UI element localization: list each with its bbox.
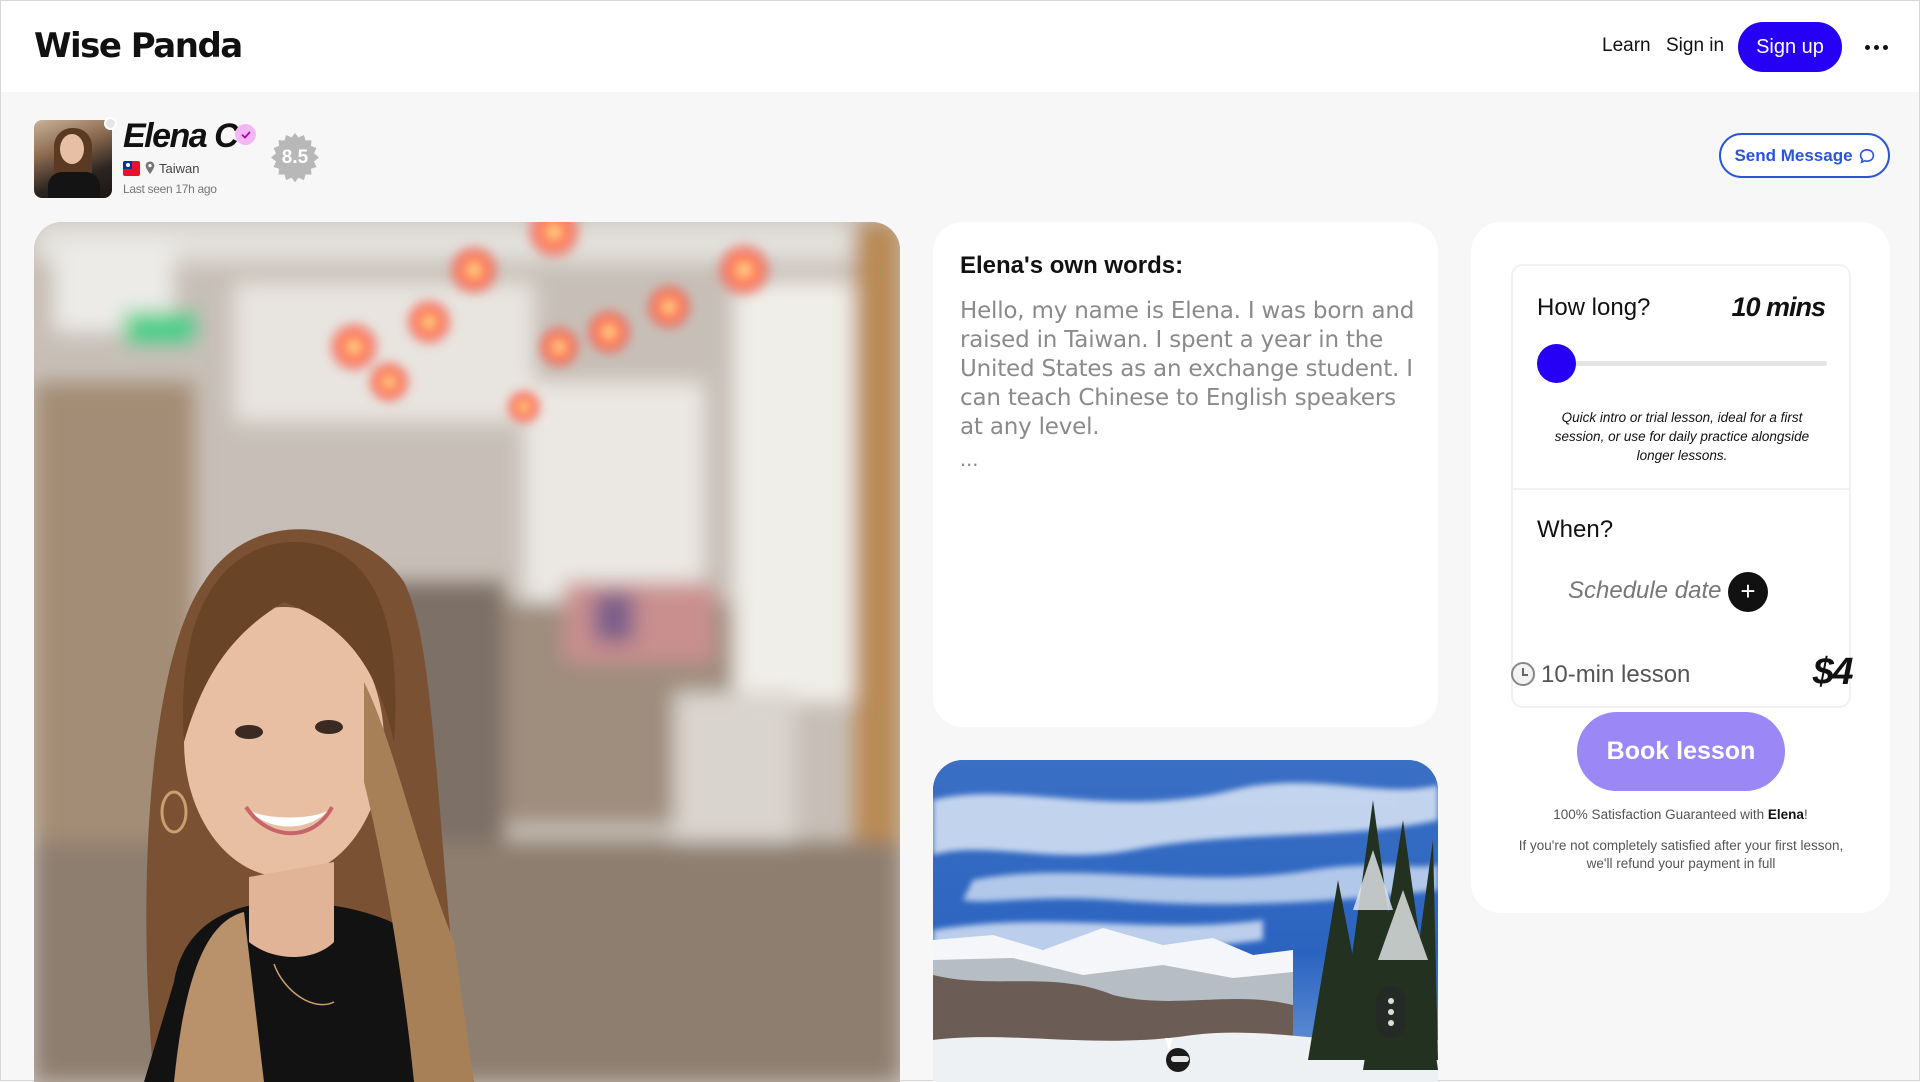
signup-button[interactable]: Sign up <box>1738 22 1842 72</box>
refund-policy-text: If you're not completely satisfied after… <box>1518 838 1844 871</box>
duration-slider-track[interactable] <box>1537 361 1827 366</box>
top-navigation-bar: Wise Panda Learn Sign in Sign up <box>1 1 1919 92</box>
duration-value: 10 mins <box>1731 292 1826 322</box>
booking-card: How long? 10 mins Quick intro or trial l… <box>1471 222 1890 913</box>
duration-panel: How long? 10 mins Quick intro or trial l… <box>1511 264 1851 708</box>
nav-learn-link[interactable]: Learn <box>1602 35 1651 57</box>
avatar <box>34 120 112 198</box>
about-title: Elena's own words: <box>960 252 1184 279</box>
tutor-name: Elena C <box>123 117 239 155</box>
nav-signin-link[interactable]: Sign in <box>1666 35 1724 57</box>
last-seen-text: Last seen 17h ago <box>123 182 217 196</box>
logo[interactable]: Wise Panda <box>34 26 243 66</box>
location-pin-icon <box>145 161 155 174</box>
tutor-photo[interactable] <box>933 760 1438 1082</box>
message-icon <box>1859 148 1874 164</box>
plus-icon[interactable]: + <box>1728 572 1768 612</box>
how-long-label: How long? <box>1537 294 1651 321</box>
more-vertical-icon[interactable] <box>1376 986 1406 1038</box>
more-icon[interactable] <box>1863 37 1889 57</box>
lesson-length-label: 10-min lesson <box>1541 661 1691 688</box>
about-text: Hello, my name is Elena. I was born and … <box>960 298 1415 440</box>
online-status-dot <box>104 117 117 130</box>
send-message-button[interactable]: Send Message <box>1719 133 1890 178</box>
about-card: Elena's own words: Hello, my name is Ele… <box>933 222 1438 727</box>
clock-icon <box>1511 662 1535 686</box>
duration-description: Quick intro or trial lesson, ideal for a… <box>1554 410 1810 463</box>
duration-slider-thumb[interactable] <box>1537 344 1576 383</box>
rating-badge: 8.5 <box>269 132 321 184</box>
send-message-label: Send Message <box>1734 145 1853 165</box>
book-lesson-button[interactable]: Book lesson <box>1577 712 1785 791</box>
flag-taiwan-icon <box>123 161 140 176</box>
satisfaction-guarantee: 100% Satisfaction Guaranteed with Elena! <box>1553 807 1808 822</box>
tutor-country: Taiwan <box>159 161 200 176</box>
read-more-ellipsis[interactable]: ... <box>960 446 978 472</box>
intro-video[interactable] <box>34 222 900 1082</box>
rating-value: 8.5 <box>281 147 309 168</box>
divider <box>1513 488 1849 490</box>
when-label: When? <box>1537 516 1614 543</box>
verified-icon <box>235 124 256 145</box>
lesson-price: $4 <box>1812 651 1854 693</box>
schedule-date-label[interactable]: Schedule date <box>1568 577 1721 605</box>
